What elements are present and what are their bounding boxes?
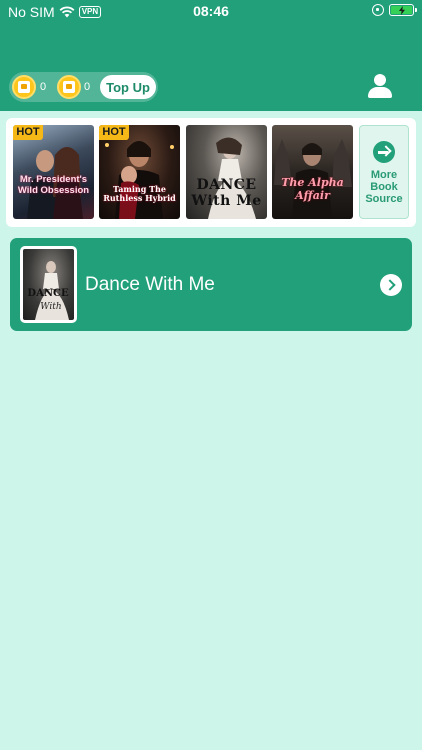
app-header: No SIM VPN 08:46 0 0 Top Up bbox=[0, 0, 422, 111]
book-sources-card: HOT Mr. President's Wild Obsession HOT T… bbox=[6, 118, 416, 227]
coin-icon bbox=[12, 75, 36, 99]
profile-icon[interactable] bbox=[368, 74, 392, 100]
current-book-title: Dance With Me bbox=[85, 274, 215, 295]
current-book-card[interactable]: DANCE With Dance With Me bbox=[10, 238, 412, 331]
battery-icon bbox=[389, 4, 417, 16]
status-right-group bbox=[372, 4, 417, 16]
top-up-button[interactable]: Top Up bbox=[100, 75, 156, 99]
book-source-title: The Alpha Affair bbox=[281, 176, 344, 202]
book-source-title: DANCE With Me bbox=[191, 177, 262, 210]
book-source-tile[interactable]: HOT Taming The Ruthless Hybrid bbox=[99, 125, 180, 219]
battery-level bbox=[391, 5, 412, 15]
wallet-pill: 0 0 Top Up bbox=[9, 72, 158, 102]
cover-art bbox=[274, 139, 352, 219]
rotation-lock-icon bbox=[372, 4, 384, 16]
book-coin-icon bbox=[57, 75, 81, 99]
charging-bolt-icon bbox=[398, 5, 405, 15]
status-time: 08:46 bbox=[193, 3, 229, 19]
chevron-right-icon[interactable] bbox=[380, 274, 402, 296]
arrow-right-icon bbox=[373, 141, 395, 163]
book-source-title: Taming The Ruthless Hybrid bbox=[103, 184, 176, 204]
book-source-tile[interactable]: The Alpha Affair bbox=[272, 125, 353, 219]
more-book-source-label: More Book Source bbox=[365, 169, 403, 205]
coins-count: 0 bbox=[40, 81, 47, 93]
svg-text:DANCE: DANCE bbox=[27, 288, 69, 299]
current-book-cover: DANCE With bbox=[20, 246, 77, 323]
hot-badge: HOT bbox=[13, 125, 43, 140]
more-book-source-button[interactable]: More Book Source bbox=[359, 125, 409, 219]
book-source-tile[interactable]: HOT Mr. President's Wild Obsession bbox=[13, 125, 94, 219]
status-bar: No SIM VPN 08:46 bbox=[0, 0, 422, 24]
svg-text:With: With bbox=[40, 302, 61, 312]
bonus-count: 0 bbox=[84, 81, 91, 93]
cover-art: DANCE With bbox=[23, 249, 74, 320]
book-source-tile[interactable]: DANCE With Me bbox=[186, 125, 267, 219]
book-source-title: Mr. President's Wild Obsession bbox=[17, 174, 90, 196]
hot-badge: HOT bbox=[99, 125, 129, 140]
